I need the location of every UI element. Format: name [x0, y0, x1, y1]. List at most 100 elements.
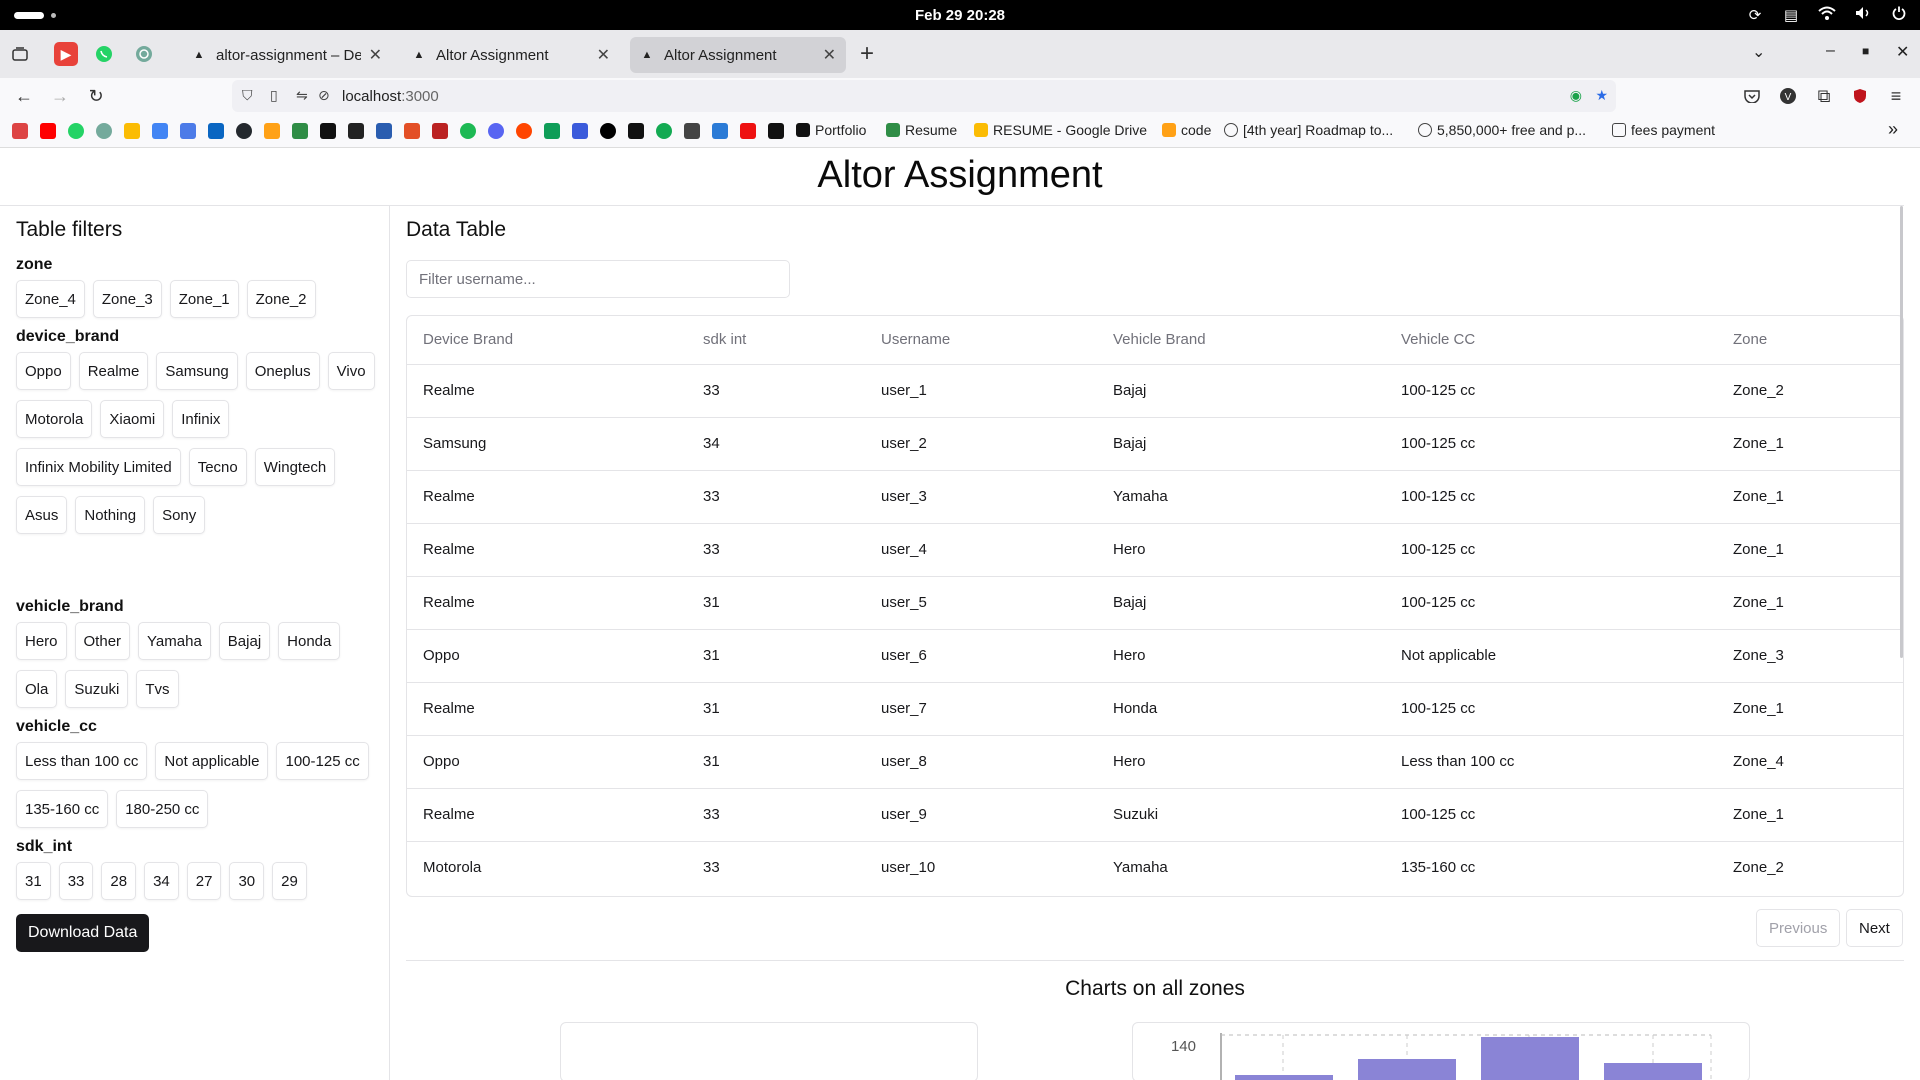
reload-icon[interactable]: ↻	[82, 82, 110, 110]
table-row[interactable]: Realme 33 user_1 Bajaj 100-125 cc Zone_2	[407, 364, 1903, 418]
filter-chip[interactable]: Ola	[16, 670, 58, 708]
tab-close-icon[interactable]: ✕	[823, 45, 836, 65]
tab-close-icon[interactable]: ✕	[369, 45, 382, 65]
window-close-icon[interactable]: ✕	[1896, 42, 1909, 62]
wifi-icon[interactable]	[1818, 6, 1836, 24]
download-data-button[interactable]: Download Data	[16, 914, 150, 952]
filter-chip[interactable]: Oppo	[16, 352, 71, 390]
tab-altor-active[interactable]: ▲ Altor Assignment ✕	[630, 37, 846, 73]
filter-chip[interactable]: 31	[16, 862, 51, 900]
next-page-button[interactable]: Next	[1846, 909, 1903, 947]
volume-icon[interactable]	[1854, 6, 1872, 24]
power-icon[interactable]	[1890, 6, 1908, 24]
leetcode-icon[interactable]	[264, 123, 280, 139]
filter-chip[interactable]: Less than 100 cc	[16, 742, 148, 780]
filter-chip[interactable]: Motorola	[16, 400, 93, 438]
update-icon[interactable]: ⟳	[1746, 6, 1764, 24]
new-tab-icon[interactable]: +	[860, 40, 874, 68]
pinned-whatsapp-icon[interactable]	[92, 42, 116, 66]
r-icon[interactable]	[768, 123, 784, 139]
tab-altor-1[interactable]: ▲ Altor Assignment ✕	[402, 37, 620, 73]
mongodb-icon[interactable]	[656, 123, 672, 139]
filter-chip[interactable]: 135-160 cc	[16, 790, 109, 828]
back-icon[interactable]: ←	[10, 82, 38, 110]
linkedin-icon[interactable]	[208, 123, 224, 139]
pocket-icon[interactable]	[1738, 82, 1766, 110]
chart-bar[interactable]	[1604, 1063, 1702, 1080]
filter-chip[interactable]: 180-250 cc	[116, 790, 209, 828]
shield-icon[interactable]: ⛉	[242, 87, 253, 104]
pinned-youtube-icon[interactable]: ▶	[54, 42, 78, 66]
table-row[interactable]: Oppo 31 user_6 Hero Not applicable Zone_3	[407, 629, 1903, 683]
column-header[interactable]: Vehicle Brand	[1097, 316, 1385, 365]
filter-chip[interactable]: Zone_2	[246, 280, 316, 318]
tuf-icon[interactable]	[740, 123, 756, 139]
shell-icon[interactable]	[684, 123, 700, 139]
filter-chip[interactable]: 28	[101, 862, 137, 900]
filter-chip[interactable]: Sony	[153, 496, 206, 534]
filter-chip[interactable]: Suzuki	[65, 670, 129, 708]
tracking-protection-icon[interactable]: ⊘	[318, 87, 330, 104]
clipboard-icon[interactable]: ▤	[1782, 6, 1800, 24]
filter-chip[interactable]: Bajaj	[218, 622, 271, 660]
tab-close-icon[interactable]: ✕	[597, 45, 610, 65]
filter-chip[interactable]: Zone_3	[92, 280, 162, 318]
gmail-icon[interactable]	[12, 123, 28, 139]
vercel-bookmark-icon[interactable]	[600, 123, 616, 139]
docs-icon[interactable]	[180, 123, 196, 139]
filter-chip[interactable]: Yamaha	[138, 622, 211, 660]
filter-chip[interactable]: Wingtech	[254, 448, 336, 486]
column-header[interactable]: Device Brand	[407, 316, 687, 365]
table-row[interactable]: Realme 33 user_9 Suzuki 100-125 cc Zone_1	[407, 788, 1903, 842]
more-bookmarks-icon[interactable]: »	[1888, 119, 1898, 140]
table-row[interactable]: Realme 33 user_3 Yamaha 100-125 cc Zone_1	[407, 470, 1903, 524]
column-header[interactable]: Vehicle CC	[1385, 316, 1717, 365]
filter-chip[interactable]: Nothing	[75, 496, 146, 534]
bookmark-resume[interactable]: Resume	[886, 122, 957, 138]
sheets-icon[interactable]	[544, 123, 560, 139]
html-icon[interactable]	[404, 123, 420, 139]
table-row[interactable]: Motorola 33 user_10 Yamaha 135-160 cc Zone_2	[407, 841, 1903, 894]
previous-page-button[interactable]: Previous	[1756, 909, 1841, 947]
url-text[interactable]: localhost:3000	[342, 88, 439, 105]
column-header[interactable]: Username	[865, 316, 1097, 365]
bookmark-portfolio[interactable]: Portfolio	[796, 122, 866, 138]
permissions-icon[interactable]: ⇋	[296, 87, 308, 104]
filter-chip[interactable]: Other	[74, 622, 131, 660]
filter-chip[interactable]: Not applicable	[155, 742, 269, 780]
filter-chip[interactable]: 29	[272, 862, 307, 900]
filter-chip[interactable]: Xiaomi	[100, 400, 165, 438]
minimize-icon[interactable]: –	[1826, 42, 1835, 60]
filter-chip[interactable]: Infinix	[172, 400, 230, 438]
filter-chip[interactable]: Zone_4	[16, 280, 85, 318]
filter-chip[interactable]: Vivo	[327, 352, 375, 390]
bookmark-free[interactable]: 5,850,000+ free and p...	[1418, 122, 1586, 138]
filter-chip[interactable]: 30	[229, 862, 265, 900]
maximize-icon[interactable]: ■	[1862, 44, 1869, 58]
filter-chip[interactable]: 33	[58, 862, 94, 900]
extension-status-icon[interactable]: ◉	[1570, 87, 1582, 104]
filter-chip[interactable]: Tecno	[188, 448, 247, 486]
extensions-icon[interactable]: ⧉	[1810, 82, 1838, 110]
chart-bar[interactable]	[1481, 1037, 1579, 1080]
github-icon[interactable]	[236, 123, 252, 139]
reddit-icon[interactable]	[516, 123, 532, 139]
filter-chip[interactable]: Hero	[16, 622, 67, 660]
drive-icon[interactable]	[124, 123, 140, 139]
username-filter-input[interactable]	[406, 260, 790, 298]
chart-bookmark-icon[interactable]	[628, 123, 644, 139]
column-header[interactable]: sdk int	[687, 316, 865, 365]
page-scrollbar[interactable]	[1900, 206, 1903, 658]
youtube-icon[interactable]	[40, 123, 56, 139]
geeksforgeeks-icon[interactable]	[292, 123, 308, 139]
filter-chip[interactable]: Samsung	[156, 352, 238, 390]
is-icon[interactable]	[712, 123, 728, 139]
photos-icon[interactable]	[152, 123, 168, 139]
os-clock[interactable]: Feb 29 20:28	[0, 7, 1920, 24]
bookmark-fees[interactable]: fees payment	[1612, 122, 1715, 138]
filter-chip[interactable]: 100-125 cc	[276, 742, 369, 780]
list-all-tabs-icon[interactable]: ⌄	[1752, 42, 1765, 62]
bookmark-roadmap[interactable]: [4th year] Roadmap to...	[1224, 122, 1393, 138]
hackerrank-icon[interactable]	[320, 123, 336, 139]
menu-icon[interactable]: ≡	[1882, 82, 1910, 110]
